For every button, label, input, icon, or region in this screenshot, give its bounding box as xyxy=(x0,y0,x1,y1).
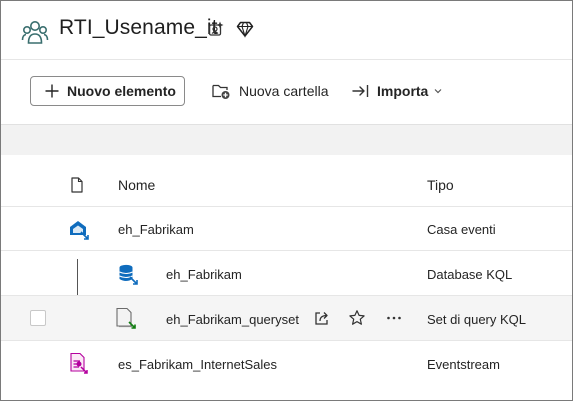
eventstream-icon xyxy=(70,352,88,374)
column-header-name[interactable]: Nome xyxy=(118,177,155,193)
share-icon[interactable] xyxy=(313,309,331,327)
column-header-type[interactable]: Tipo xyxy=(427,177,454,193)
workspace-title: RTI_Usename_it xyxy=(59,16,218,39)
row-type: Eventstream xyxy=(427,357,500,372)
diamond-icon[interactable] xyxy=(236,20,254,38)
chevron-down-icon xyxy=(434,89,442,94)
row-divider xyxy=(1,340,572,341)
row-name[interactable]: eh_Fabrikam xyxy=(118,222,194,237)
more-icon[interactable] xyxy=(385,309,403,327)
identity-icon[interactable] xyxy=(207,20,225,38)
row-type: Casa eventi xyxy=(427,222,496,237)
row-divider xyxy=(1,250,572,251)
star-icon[interactable] xyxy=(348,309,366,327)
row-divider xyxy=(1,295,572,296)
file-icon xyxy=(71,177,83,193)
header-divider xyxy=(1,59,572,60)
new-folder-icon xyxy=(212,84,230,99)
import-button[interactable]: Importa xyxy=(351,80,443,102)
workspace-icon xyxy=(21,21,49,44)
import-label: Importa xyxy=(377,83,429,99)
import-icon xyxy=(352,85,369,97)
row-type: Set di query KQL xyxy=(427,312,526,327)
filter-strip xyxy=(1,124,572,155)
new-folder-label: Nuova cartella xyxy=(239,83,329,99)
new-folder-button[interactable]: Nuova cartella xyxy=(211,80,329,102)
row-name[interactable]: es_Fabrikam_InternetSales xyxy=(118,357,277,372)
eventhouse-icon xyxy=(70,221,89,240)
row-checkbox[interactable] xyxy=(30,310,46,326)
row-name[interactable]: eh_Fabrikam xyxy=(166,267,242,282)
workspace-header: RTI_Usename_it xyxy=(1,1,572,59)
kql-database-icon xyxy=(119,264,138,285)
row-type: Database KQL xyxy=(427,267,513,282)
workspace-view: RTI_Usename_it Nuovo elemento Nuova cart… xyxy=(0,0,573,401)
kql-queryset-icon xyxy=(116,307,136,329)
new-item-button[interactable]: Nuovo elemento xyxy=(30,76,185,106)
row-name[interactable]: eh_Fabrikam_queryset xyxy=(166,312,299,327)
new-item-label: Nuovo elemento xyxy=(67,83,176,99)
plus-icon xyxy=(45,84,59,98)
row-divider xyxy=(1,206,572,207)
